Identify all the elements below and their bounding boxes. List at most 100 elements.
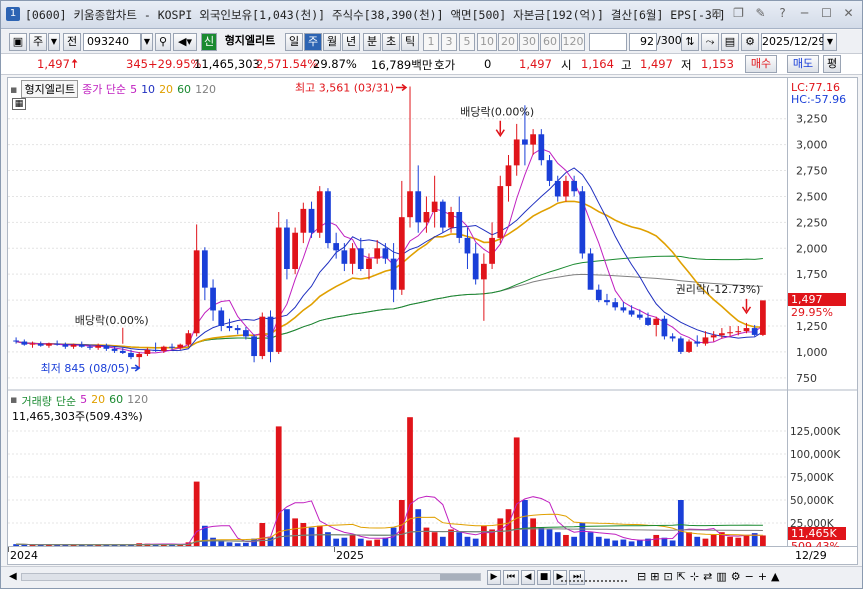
market-dropdown-icon[interactable]: ▼ (48, 33, 60, 51)
eval-button[interactable]: 평 (823, 55, 841, 73)
tab-month[interactable]: 월 (323, 33, 341, 51)
interval-120[interactable]: 120 (561, 33, 585, 51)
save-icon[interactable]: ▤ (721, 33, 739, 51)
scroll-left-icon[interactable]: ◀ (9, 571, 17, 582)
volume-bar (481, 525, 487, 546)
grid-icon[interactable]: ⊞ (709, 6, 724, 21)
ma20-label: 20 (159, 82, 174, 96)
price-volume-chart[interactable]: 최고 3,561 (03/31) 최저 845 (08/05) 배당락(0.00%)… (8, 78, 789, 548)
date-input[interactable]: 2025/12/29 (761, 33, 825, 51)
candle-body (218, 310, 225, 326)
stock-code-input[interactable]: 093240 (83, 33, 141, 51)
settings-icon[interactable]: ⚙ (731, 570, 741, 583)
interval-30[interactable]: 30 (519, 33, 539, 51)
all-button[interactable]: 전 (63, 33, 81, 51)
hoga-value: 0 (484, 57, 492, 71)
drawing-icon[interactable]: ⤳ (701, 33, 719, 51)
crosshair-icon[interactable]: ⊹ (690, 570, 699, 583)
interval-1[interactable]: 1 (423, 33, 439, 51)
sell-button[interactable]: 매도 (787, 55, 819, 73)
restore-icon[interactable]: ❐ (731, 6, 746, 21)
volume-bar (595, 536, 602, 546)
indicator-icon[interactable]: ⇅ (681, 33, 699, 51)
stock-name: 형지엘리트 (224, 34, 276, 47)
play-icon[interactable]: ▶ (487, 570, 501, 585)
scrollbar-thumb[interactable] (440, 574, 480, 580)
volume-bar (259, 523, 266, 546)
candle-body (210, 287, 216, 311)
minimize-icon[interactable]: ─ (797, 6, 812, 21)
interval-3[interactable]: 3 (441, 33, 457, 51)
maximize-icon[interactable]: ☐ (819, 6, 834, 21)
volume-bar (357, 538, 364, 546)
candle-body (653, 318, 660, 325)
interval-60[interactable]: 60 (540, 33, 560, 51)
edit-icon[interactable]: ✎ (753, 6, 768, 21)
align-icon[interactable]: ⇱ (677, 570, 686, 583)
volume-bar (563, 534, 569, 546)
interval-5[interactable]: 5 (459, 33, 475, 51)
volume-bar (439, 536, 446, 546)
stop-icon[interactable]: ■ (537, 570, 551, 585)
volume-bar (530, 518, 536, 546)
zoom-out-icon[interactable]: − (745, 570, 754, 583)
market-type-button[interactable]: 주 (29, 33, 47, 51)
count-input[interactable]: 92 (629, 33, 657, 51)
calendar-icon[interactable]: ▼ (823, 33, 837, 51)
custom-interval-input[interactable] (589, 33, 627, 51)
candle-body (46, 343, 52, 346)
tab-year[interactable]: 년 (342, 33, 360, 51)
close-icon[interactable]: ✕ (841, 6, 856, 21)
scroll-right-icon[interactable]: ▲ (771, 570, 779, 583)
candle-body (390, 258, 397, 290)
axis-scroll-handle[interactable] (843, 80, 855, 106)
table-icon[interactable]: ▦ (12, 98, 26, 110)
candle-body (87, 346, 93, 348)
range-slider[interactable] (561, 572, 627, 582)
high-annotation: 최고 3,561 (03/31) (295, 81, 394, 94)
indicator-dot-icon: ▪ (10, 393, 18, 406)
credit-badge: 신 (201, 33, 217, 51)
chart-area[interactable]: 최고 3,561 (03/31) 최저 845 (08/05) 배당락(0.00%)… (7, 77, 789, 548)
horizontal-scrollbar[interactable] (21, 573, 481, 581)
tab-week[interactable]: 주 (304, 33, 322, 51)
interval-20[interactable]: 20 (498, 33, 518, 51)
price-name-tag[interactable]: 형지엘리트 (21, 80, 79, 98)
open-label: 시 (561, 58, 572, 72)
search-icon[interactable]: ⚲ (155, 33, 171, 51)
volume-bar (431, 532, 438, 546)
help-icon[interactable]: ? (775, 6, 790, 21)
candle-body (686, 341, 692, 352)
tile-icon[interactable]: ⊞ (650, 570, 659, 583)
window-number: 1 (6, 7, 20, 21)
volume-ma120-line (16, 528, 763, 546)
volume-bar (193, 481, 200, 546)
speaker-icon[interactable]: ◀▾ (173, 33, 197, 51)
fit-icon[interactable]: ⊡ (663, 570, 672, 583)
chart-type-icon[interactable]: ▥ (716, 570, 726, 583)
candle-body (136, 353, 143, 358)
candle-body (554, 180, 561, 197)
interval-10[interactable]: 10 (477, 33, 497, 51)
tab-second[interactable]: 초 (382, 33, 400, 51)
candle-body (398, 217, 405, 290)
candle-body (54, 343, 61, 345)
y-axis-panel[interactable]: 3,2503,0002,7502,5002,2502,0001,7501,500… (788, 77, 858, 553)
volume-tick-label: 125,000K (790, 426, 841, 438)
code-dropdown-icon[interactable]: ▼ (141, 33, 153, 51)
sync-icon[interactable]: ⇄ (703, 570, 712, 583)
pause-icon[interactable]: ◀ (521, 570, 535, 585)
tab-day[interactable]: 일 (285, 33, 303, 51)
dividend-arrow-icon (495, 120, 505, 138)
volume-bar (210, 537, 216, 546)
buy-button[interactable]: 매수 (745, 55, 777, 73)
candle-body (628, 310, 635, 315)
tab-minute[interactable]: 분 (363, 33, 381, 51)
zoom-box-icon[interactable]: ⊟ (637, 570, 646, 583)
rewind-icon[interactable]: ⏮ (503, 570, 519, 585)
zoom-in-icon[interactable]: + (758, 570, 767, 583)
tab-tick[interactable]: 틱 (401, 33, 419, 51)
layout-icon[interactable]: ▣ (9, 33, 27, 51)
settings-icon[interactable]: ⚙ (741, 33, 759, 51)
candle-body (751, 328, 758, 335)
